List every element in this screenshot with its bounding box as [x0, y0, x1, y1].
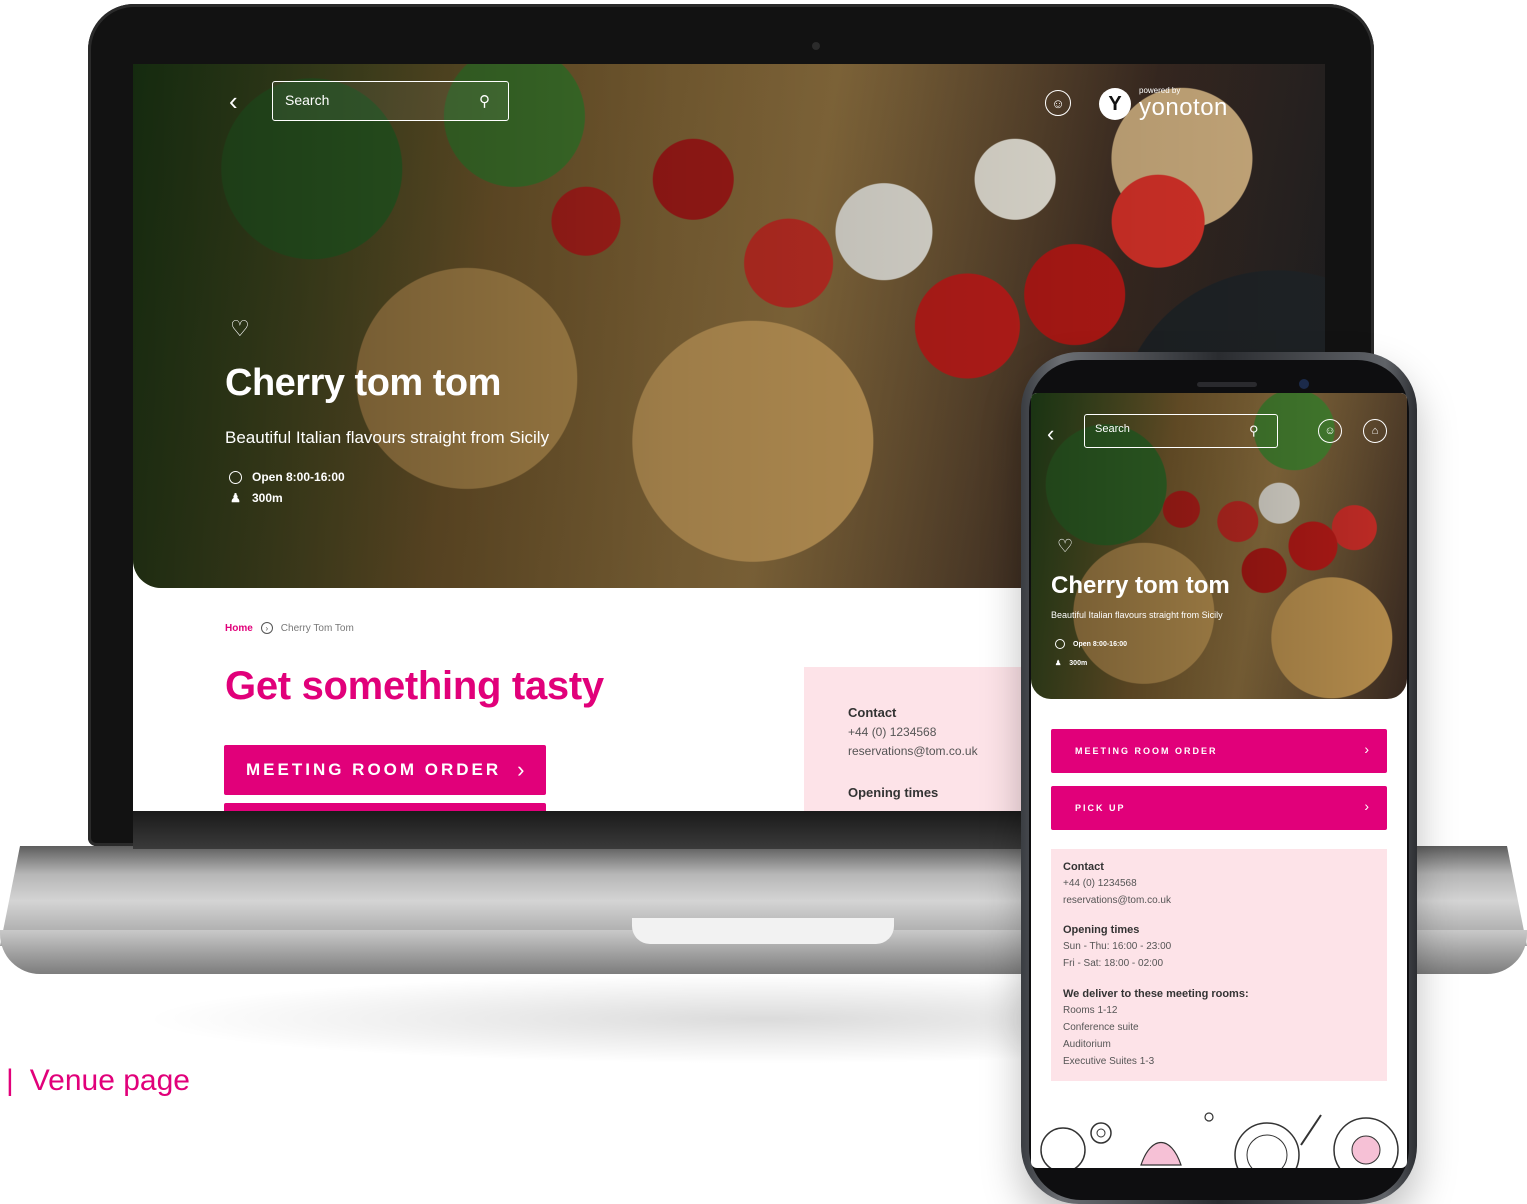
venue-hours: Open 8:00-16:00 [229, 470, 345, 484]
contact-phone[interactable]: +44 (0) 1234568 [848, 725, 936, 739]
chevron-right-icon: › [517, 757, 525, 782]
mobile-pick-up-label: PICK UP [1075, 803, 1126, 813]
yonoton-logo: Y powered by yonoton [1099, 84, 1239, 122]
laptop-camera [812, 42, 820, 50]
mobile-venue-hours-text: Open 8:00-16:00 [1073, 640, 1128, 648]
mobile-opening-weekend: Fri - Sat: 18:00 - 02:00 [1063, 958, 1164, 969]
breadcrumb: Home › Cherry Tom Tom [225, 622, 354, 634]
meeting-room-order-label: MEETING ROOM ORDER [246, 760, 502, 779]
opening-times-title: Opening times [848, 785, 939, 800]
favorite-heart-icon[interactable]: ♡ [1057, 536, 1073, 557]
account-icon[interactable]: ☺ [1045, 90, 1071, 116]
mobile-meeting-room-order-button[interactable]: MEETING ROOM ORDER › [1051, 729, 1387, 773]
venue-tagline: Beautiful Italian flavours straight from… [225, 428, 550, 447]
venue-hours-text: Open 8:00-16:00 [252, 470, 345, 484]
second-order-button[interactable] [224, 803, 546, 811]
chevron-right-icon: › [1364, 798, 1369, 814]
caption-label: Venue page [29, 1064, 190, 1097]
mobile-contact-phone[interactable]: +44 (0) 1234568 [1063, 878, 1137, 889]
breadcrumb-separator-icon: › [260, 622, 273, 634]
mobile-room-item: Rooms 1-12 [1063, 1005, 1118, 1016]
mobile-venue-distance: ♟ 300m [1055, 659, 1088, 668]
mobile-room-item: Executive Suites 1-3 [1063, 1056, 1155, 1067]
mobile-opening-times-title: Opening times [1063, 924, 1140, 936]
walking-icon: ♟ [230, 491, 241, 505]
mobile-venue-title: Cherry tom tom [1051, 572, 1230, 599]
venue-distance: ♟ 300m [229, 491, 283, 505]
walking-icon: ♟ [1055, 660, 1062, 667]
phone-speaker [1197, 382, 1257, 387]
favorite-heart-icon[interactable]: ♡ [230, 316, 250, 342]
mobile-hero-image: ‹ Search ⚲ ☺ ⌂ ♡ Cherry tom tom Beautifu… [1031, 393, 1407, 699]
contact-email[interactable]: reservations@tom.co.uk [848, 744, 978, 758]
breadcrumb-current: Cherry Tom Tom [280, 622, 354, 634]
mobile-rooms-title: We deliver to these meeting rooms: [1063, 988, 1249, 1000]
mobile-room-item: Auditorium [1063, 1039, 1111, 1050]
venue-distance-text: 300m [252, 491, 283, 505]
meeting-room-order-button[interactable]: MEETING ROOM ORDER › [224, 745, 546, 795]
mobile-opening-weekdays: Sun - Thu: 16:00 - 23:00 [1063, 941, 1172, 952]
logo-name: yonoton [1139, 94, 1228, 121]
search-icon[interactable]: ⚲ [479, 92, 497, 110]
yonoton-logo-mark-icon: Y [1099, 88, 1131, 120]
breadcrumb-home[interactable]: Home [225, 623, 253, 634]
caption-separator: | [6, 1064, 14, 1097]
mobile-pick-up-button[interactable]: PICK UP › [1051, 786, 1387, 830]
mobile-meeting-room-order-label: MEETING ROOM ORDER [1075, 746, 1218, 756]
mobile-venue-hours: Open 8:00-16:00 [1055, 639, 1127, 649]
laptop-trackpad-notch [632, 918, 894, 944]
mobile-venue-page: ‹ Search ⚲ ☺ ⌂ ♡ Cherry tom tom Beautifu… [1031, 393, 1407, 1168]
mobile-venue-tagline: Beautiful Italian flavours straight from… [1051, 610, 1223, 620]
home-icon[interactable]: ⌂ [1363, 419, 1387, 443]
food-illustration [1040, 1112, 1399, 1168]
clock-icon [1055, 639, 1065, 649]
mobile-room-item: Conference suite [1063, 1022, 1139, 1033]
mobile-venue-info-panel: Contact +44 (0) 1234568 reservations@tom… [1051, 849, 1387, 1081]
account-icon[interactable]: ☺ [1318, 419, 1342, 443]
chevron-right-icon: › [1364, 741, 1369, 757]
venue-title: Cherry tom tom [225, 362, 501, 404]
caption: | Venue page [6, 1064, 190, 1098]
mobile-contact-email[interactable]: reservations@tom.co.uk [1063, 895, 1171, 906]
search-input[interactable]: Search [272, 81, 509, 121]
page-heading: Get something tasty [225, 664, 604, 708]
clock-icon [229, 470, 242, 484]
phone-camera [1299, 379, 1309, 389]
mobile-contact-title: Contact [1063, 861, 1104, 873]
back-arrow-icon[interactable]: ‹ [229, 88, 251, 114]
contact-title: Contact [848, 705, 897, 720]
back-arrow-icon[interactable]: ‹ [1047, 421, 1054, 447]
search-icon[interactable]: ⚲ [1249, 423, 1259, 439]
mobile-venue-distance-text: 300m [1069, 659, 1088, 667]
